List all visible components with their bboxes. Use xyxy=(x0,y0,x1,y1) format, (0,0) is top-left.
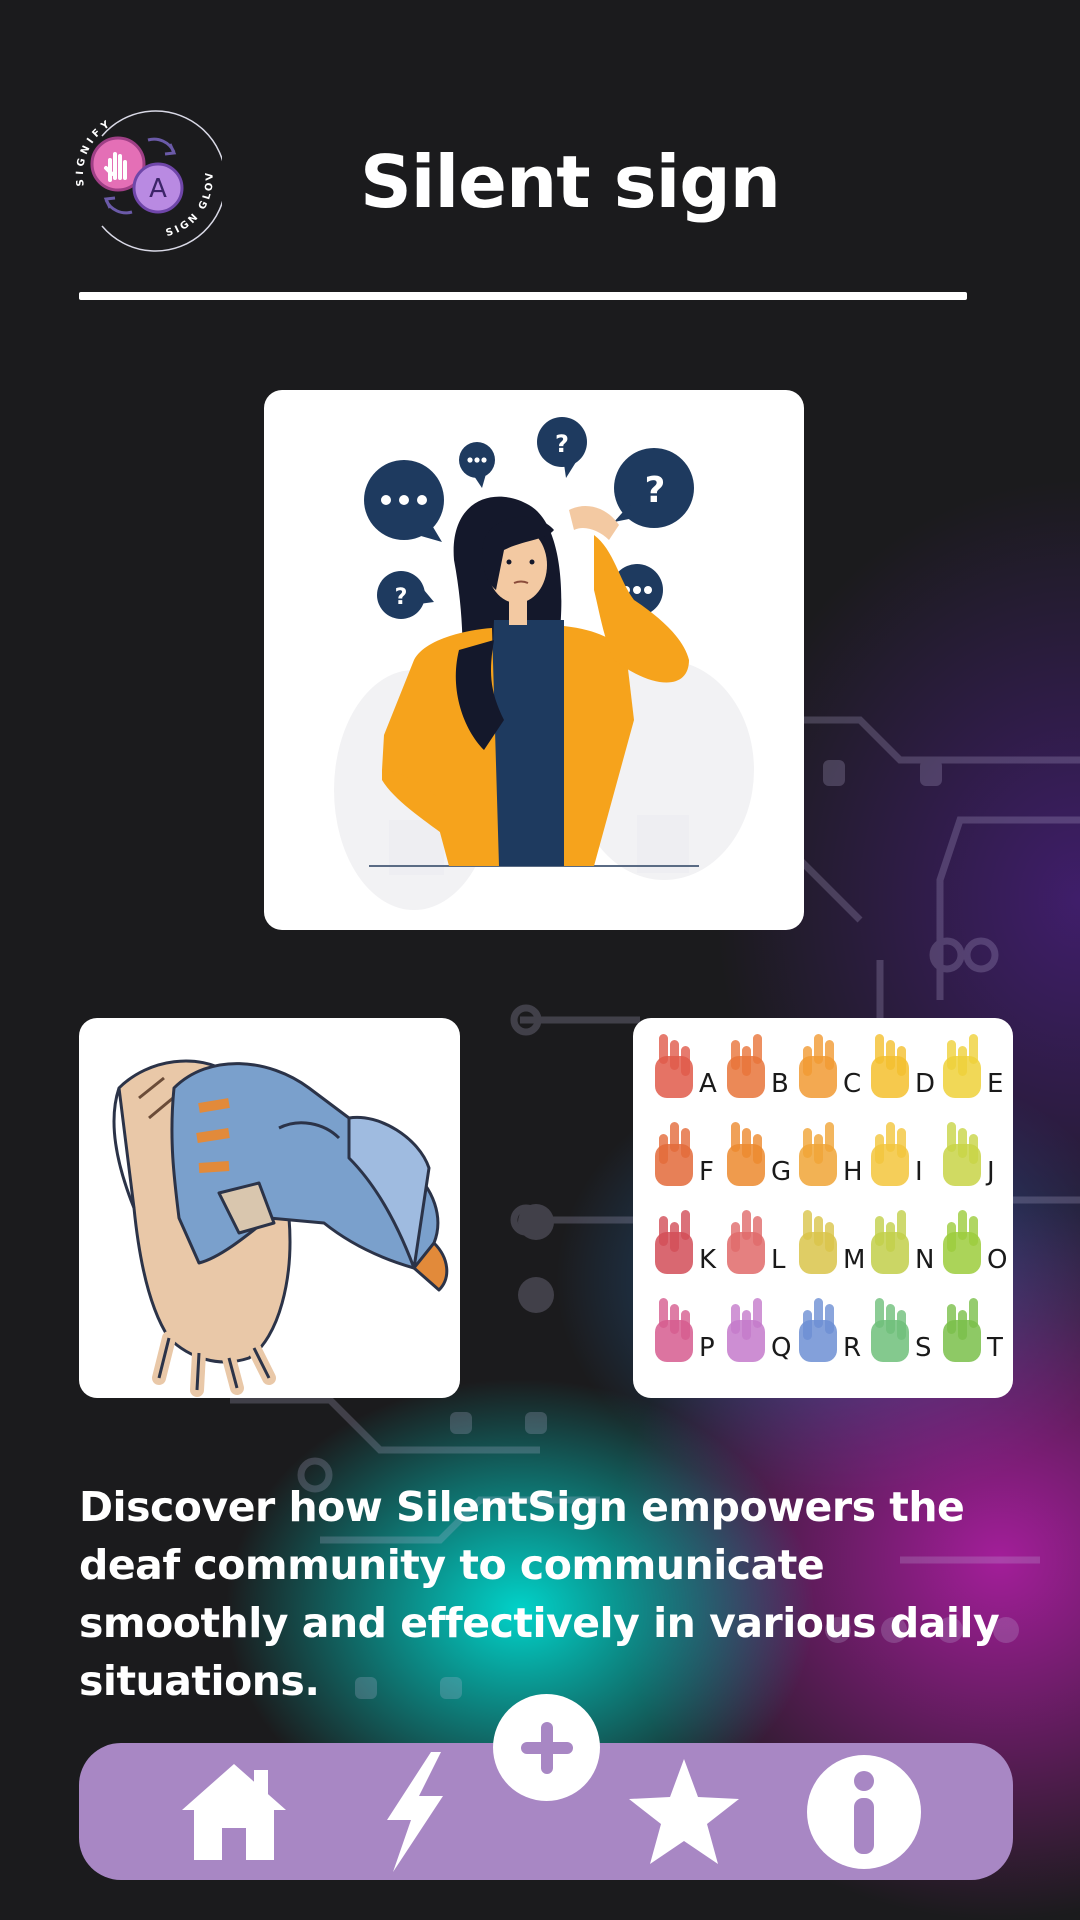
svg-text:?: ? xyxy=(395,585,408,610)
logo-badge-letter: A xyxy=(149,174,167,204)
alphabet-letter-b: B xyxy=(771,1069,789,1099)
alphabet-hand-e: E xyxy=(943,1034,1003,1099)
alphabet-hand-h: H xyxy=(799,1122,863,1187)
alphabet-letter-l: L xyxy=(771,1245,786,1275)
nav-lightning-button[interactable] xyxy=(359,1743,469,1880)
nav-info-button[interactable] xyxy=(799,1743,929,1880)
gloves-image-card xyxy=(79,1018,460,1398)
alphabet-letter-g: G xyxy=(771,1157,791,1187)
alphabet-letter-a: A xyxy=(699,1069,717,1099)
alphabet-letter-h: H xyxy=(843,1157,863,1187)
alphabet-hand-d: D xyxy=(871,1034,935,1099)
alphabet-hand-c: C xyxy=(799,1034,861,1099)
nav-home-button[interactable] xyxy=(174,1743,294,1880)
gloves-illustration xyxy=(112,1059,449,1397)
nav-star-button[interactable] xyxy=(619,1743,749,1880)
alphabet-hand-r: R xyxy=(799,1298,861,1363)
alphabet-hand-a: A xyxy=(655,1034,717,1099)
alphabet-hand-q: Q xyxy=(727,1298,791,1363)
alphabet-hand-p: P xyxy=(655,1298,715,1363)
alphabet-hand-n: N xyxy=(871,1210,934,1275)
alphabet-letter-r: R xyxy=(843,1333,861,1363)
alphabet-letter-j: J xyxy=(985,1157,995,1187)
alphabet-hand-k: K xyxy=(655,1210,717,1275)
alphabet-letter-s: S xyxy=(915,1333,932,1363)
alphabet-hand-g: G xyxy=(727,1122,791,1187)
description-text: Discover how SilentSign empowers the dea… xyxy=(79,1483,1000,1705)
svg-text:?: ? xyxy=(645,470,666,511)
alphabet-hand-i: I xyxy=(871,1122,923,1187)
star-icon xyxy=(629,1758,739,1864)
alphabet-letter-k: K xyxy=(699,1245,717,1275)
sign-language-alphabet-chart: A B C D E F G H I J K L M N O P Q R S T xyxy=(655,1034,1007,1363)
info-icon xyxy=(807,1754,921,1869)
alphabet-hand-f: F xyxy=(655,1122,714,1187)
alphabet-letter-o: O xyxy=(987,1245,1007,1275)
app-header: SIGNIFY SIGN GLOVE A Silent sign xyxy=(0,0,1080,320)
signify-logo[interactable]: SIGNIFY SIGN GLOVE A xyxy=(57,88,227,256)
hero-image-card: ? ? ? xyxy=(264,390,804,930)
alphabet-letter-c: C xyxy=(843,1069,861,1099)
alphabet-hand-s: S xyxy=(871,1298,932,1363)
alphabet-hand-j: J xyxy=(943,1122,995,1187)
add-button[interactable] xyxy=(493,1694,600,1801)
confused-woman-illustration: ? ? ? xyxy=(334,417,754,910)
alphabet-letter-m: M xyxy=(843,1245,865,1275)
page-title: Silent sign xyxy=(359,140,781,224)
svg-text:?: ? xyxy=(555,430,569,458)
alphabet-letter-f: F xyxy=(699,1157,714,1187)
home-icon xyxy=(182,1763,286,1860)
header-divider xyxy=(79,292,967,300)
alphabet-letter-i: I xyxy=(915,1157,923,1187)
alphabet-letter-p: P xyxy=(699,1333,715,1363)
alphabet-hand-l: L xyxy=(727,1210,786,1275)
alphabet-letter-e: E xyxy=(987,1069,1003,1099)
alphabet-letter-q: Q xyxy=(771,1333,791,1363)
plus-icon xyxy=(520,1721,573,1774)
lightning-icon xyxy=(387,1751,443,1872)
alphabet-hand-t: T xyxy=(943,1298,1003,1363)
alphabet-letter-t: T xyxy=(986,1333,1003,1363)
alphabet-hand-b: B xyxy=(727,1034,789,1099)
alphabet-image-card: A B C D E F G H I J K L M N O P Q R S T xyxy=(633,1018,1013,1398)
alphabet-hand-m: M xyxy=(799,1210,865,1275)
alphabet-letter-n: N xyxy=(915,1245,934,1275)
alphabet-hand-o: O xyxy=(943,1210,1007,1275)
alphabet-letter-d: D xyxy=(915,1069,935,1099)
